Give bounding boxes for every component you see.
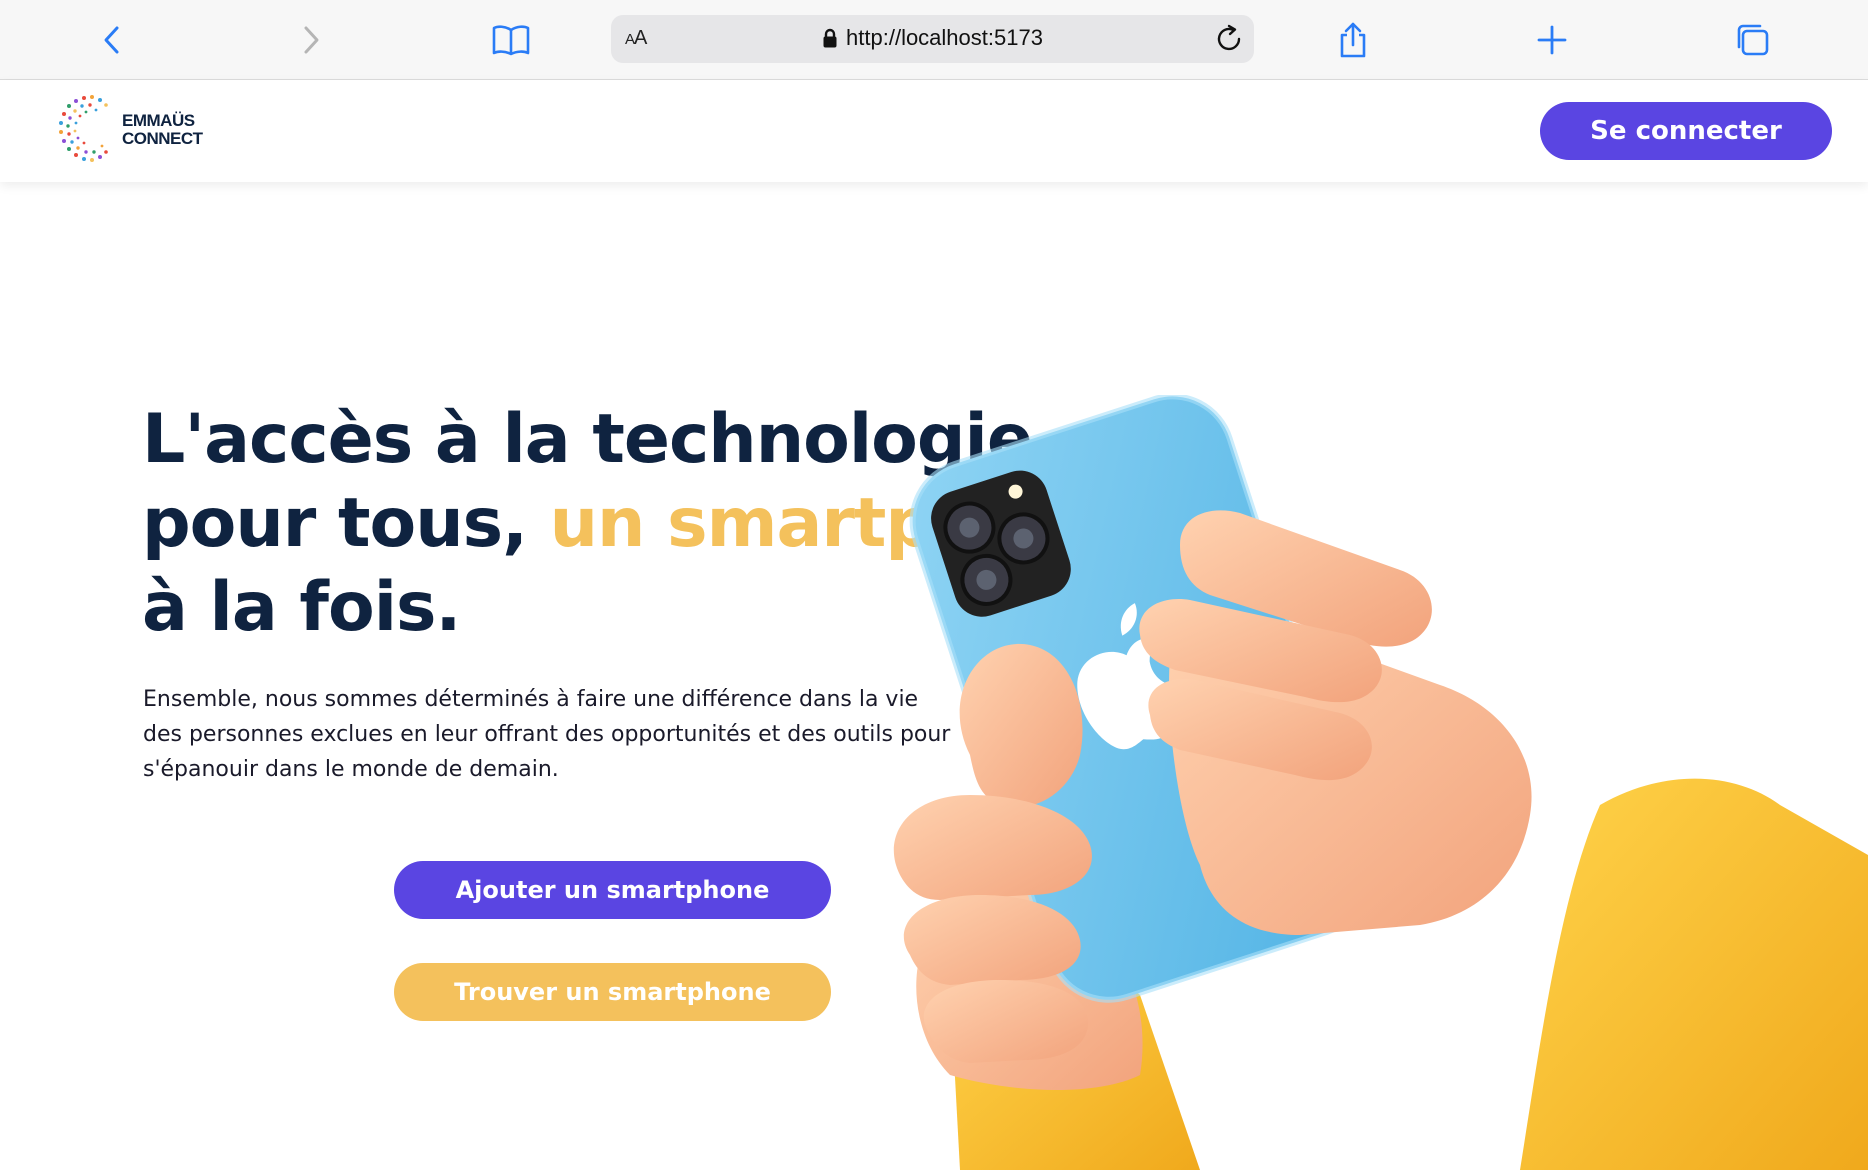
forward-button[interactable]	[287, 16, 335, 64]
logo-wordmark: EMMAÜS CONNECT	[122, 112, 203, 148]
tabs-icon	[1737, 24, 1769, 56]
logo-dots-mark	[59, 95, 108, 162]
book-icon	[492, 25, 530, 56]
find-smartphone-button[interactable]: Trouver un smartphone	[394, 963, 831, 1021]
hands-holding-phone-illustration	[893, 395, 1868, 1170]
logo-line-2: CONNECT	[122, 129, 203, 148]
chevron-left-icon	[104, 26, 119, 54]
lock-icon	[823, 28, 837, 48]
site-header: EMMAÜS CONNECT Se connecter	[0, 80, 1868, 182]
share-icon	[1340, 22, 1366, 58]
reload-icon[interactable]	[1214, 24, 1244, 54]
bookmarks-button[interactable]	[487, 16, 535, 64]
chevron-right-icon	[304, 26, 319, 54]
back-button[interactable]	[88, 16, 136, 64]
logo-line-1: EMMAÜS	[122, 111, 195, 130]
add-smartphone-button[interactable]: Ajouter un smartphone	[394, 861, 831, 919]
new-tab-button[interactable]	[1528, 16, 1576, 64]
login-button[interactable]: Se connecter	[1540, 102, 1832, 160]
url-text: http://localhost:5173	[846, 25, 1043, 50]
right-sleeve	[1520, 778, 1868, 1170]
hero-title-line-2: pour tous,	[142, 484, 550, 563]
hero-title-line-3: à la fois.	[142, 568, 461, 647]
logo[interactable]: EMMAÜS CONNECT	[56, 92, 206, 164]
left-thumb	[959, 643, 1083, 808]
share-button[interactable]	[1329, 16, 1377, 64]
browser-toolbar: AA http://localhost:5173	[0, 0, 1868, 80]
hero-description: Ensemble, nous sommes déterminés à faire…	[143, 687, 951, 782]
tabs-overview-button[interactable]	[1728, 16, 1776, 64]
address-bar[interactable]: AA http://localhost:5173	[611, 15, 1254, 63]
plus-icon	[1537, 25, 1567, 55]
